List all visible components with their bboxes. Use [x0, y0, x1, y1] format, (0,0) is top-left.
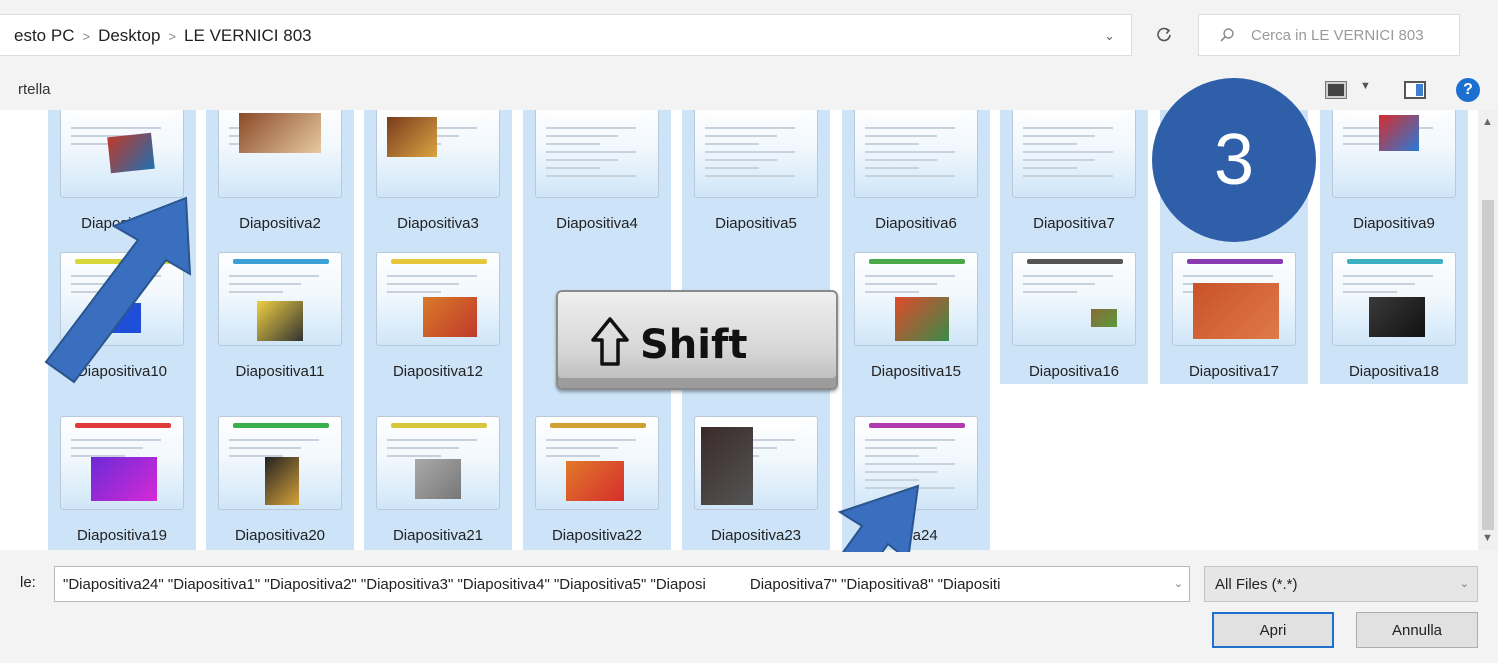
file-name-label: Diapositiva2 [239, 215, 321, 232]
file-name-label: Diapositiva6 [875, 215, 957, 232]
view-options-icon[interactable] [1325, 81, 1347, 99]
help-icon[interactable]: ? [1456, 78, 1480, 102]
file-item[interactable]: Diapositiva12 [364, 234, 512, 384]
file-name-label: Diapositiva9 [1353, 215, 1435, 232]
shift-arrow-icon [591, 317, 629, 366]
step-number-badge: 3 [1152, 78, 1316, 242]
file-name-value-start: "Diapositiva24" "Diapositiva1" "Diaposit… [63, 576, 706, 593]
file-item[interactable]: Diapositiva6 [842, 110, 990, 236]
file-item[interactable]: Diapositiva16 [1000, 234, 1148, 384]
file-name-label: Diapositiva15 [870, 363, 962, 380]
slide-thumbnail [1172, 252, 1296, 346]
file-name-label: Diapositiva3 [397, 215, 479, 232]
file-name-label: Diapositiva21 [392, 527, 484, 544]
breadcrumb: esto PC > Desktop > LE VERNICI 803 [14, 26, 312, 46]
slide-thumbnail [60, 110, 184, 198]
file-name-label: Diapositiva12 [392, 363, 484, 380]
address-bar[interactable]: esto PC > Desktop > LE VERNICI 803 ⌄ [0, 14, 1132, 56]
file-item[interactable]: Diapositiva17 [1160, 234, 1308, 384]
slide-thumbnail [1332, 110, 1456, 198]
file-item[interactable]: Diapositiva9 [1320, 110, 1468, 236]
file-item[interactable]: Diapositiva22 [523, 398, 671, 548]
file-name-label: Diapositiva19 [76, 527, 168, 544]
file-name-label: Diapositiva7 [1033, 215, 1115, 232]
file-item[interactable]: Diapositiva5 [682, 110, 830, 236]
file-item[interactable]: Diapositiva18 [1320, 234, 1468, 384]
slide-thumbnail [376, 252, 500, 346]
scroll-up-icon[interactable]: ▲ [1482, 116, 1493, 128]
refresh-icon [1157, 27, 1171, 42]
file-type-select[interactable]: All Files (*.*) ⌄ [1204, 566, 1478, 602]
slide-thumbnail [854, 110, 978, 198]
slide-thumbnail [694, 110, 818, 198]
refresh-button[interactable] [1143, 14, 1185, 56]
slide-thumbnail [218, 110, 342, 198]
slide-thumbnail [1332, 252, 1456, 346]
address-history-chevron-icon[interactable]: ⌄ [1104, 28, 1115, 44]
slide-thumbnail [218, 416, 342, 510]
slide-thumbnail [60, 416, 184, 510]
scrollbar-thumb[interactable] [1482, 200, 1494, 530]
file-name-label: Diapositiva16 [1028, 363, 1120, 380]
file-name-label: Diapositiva22 [551, 527, 643, 544]
breadcrumb-separator-icon[interactable]: > [168, 29, 176, 44]
file-name-dropdown-icon[interactable]: ⌄ [1174, 577, 1183, 590]
pointer-arrow-icon [44, 196, 192, 384]
new-folder-button[interactable]: rtella [18, 81, 51, 98]
slide-thumbnail [1012, 252, 1136, 346]
slide-thumbnail [854, 252, 978, 346]
file-item[interactable]: Diapositiva2 [206, 110, 354, 236]
file-name-label: le: [20, 574, 36, 591]
search-icon [1220, 28, 1234, 42]
file-item[interactable]: Diapositiva21 [364, 398, 512, 548]
file-name-label: Diapositiva20 [234, 527, 326, 544]
file-item[interactable]: Diapositiva4 [523, 110, 671, 236]
address-bar-row: esto PC > Desktop > LE VERNICI 803 ⌄ Cerca i… [0, 0, 1498, 70]
file-name-label: Diapositiva4 [556, 215, 638, 232]
scroll-down-icon[interactable]: ▼ [1482, 532, 1493, 544]
shift-key-label: Shift [640, 322, 748, 368]
file-type-value: All Files (*.*) [1215, 576, 1298, 593]
preview-pane-icon[interactable] [1404, 81, 1426, 99]
file-type-chevron-icon[interactable]: ⌄ [1460, 577, 1469, 590]
slide-thumbnail [218, 252, 342, 346]
file-name-label: Diapositiva18 [1348, 363, 1440, 380]
file-item[interactable]: Diapositiva15 [842, 234, 990, 384]
file-item[interactable]: Diapositiva7 [1000, 110, 1148, 236]
slide-thumbnail [376, 416, 500, 510]
search-placeholder: Cerca in LE VERNICI 803 [1251, 27, 1424, 44]
breadcrumb-separator-icon[interactable]: > [82, 29, 90, 44]
vertical-scrollbar[interactable]: ▲ ▼ [1478, 110, 1498, 550]
file-name-field[interactable]: "Diapositiva24" "Diapositiva1" "Diaposit… [54, 566, 1190, 602]
breadcrumb-current-folder[interactable]: LE VERNICI 803 [184, 26, 312, 45]
file-item[interactable]: Diapositiva19 [48, 398, 196, 548]
file-name-label: Diapositiva17 [1188, 363, 1280, 380]
search-input[interactable]: Cerca in LE VERNICI 803 [1198, 14, 1460, 56]
file-name-value: "Diapositiva24" "Diapositiva1" "Diaposit… [63, 576, 1169, 593]
slide-thumbnail [376, 110, 500, 198]
dialog-footer: le: "Diapositiva24" "Diapositiva1" "Diap… [0, 552, 1498, 663]
open-button[interactable]: Apri [1212, 612, 1334, 648]
file-item[interactable]: Diapositiva11 [206, 234, 354, 384]
slide-thumbnail [535, 110, 659, 198]
file-name-value-end: Diapositiva7" "Diapositiva8" "Diapositi [749, 576, 1001, 593]
breadcrumb-this-pc[interactable]: esto PC [14, 26, 74, 45]
view-options-chevron-icon[interactable]: ▼ [1360, 80, 1371, 92]
file-name-label: Diapositiva5 [715, 215, 797, 232]
file-name-label: Diapositiva11 [235, 363, 325, 380]
shift-key-graphic: Shift [556, 290, 838, 390]
cancel-button[interactable]: Annulla [1356, 612, 1478, 648]
file-item[interactable]: Diapositiva20 [206, 398, 354, 548]
slide-thumbnail [1012, 110, 1136, 198]
breadcrumb-desktop[interactable]: Desktop [98, 26, 160, 45]
slide-thumbnail [535, 416, 659, 510]
file-item[interactable]: Diapositiva3 [364, 110, 512, 236]
